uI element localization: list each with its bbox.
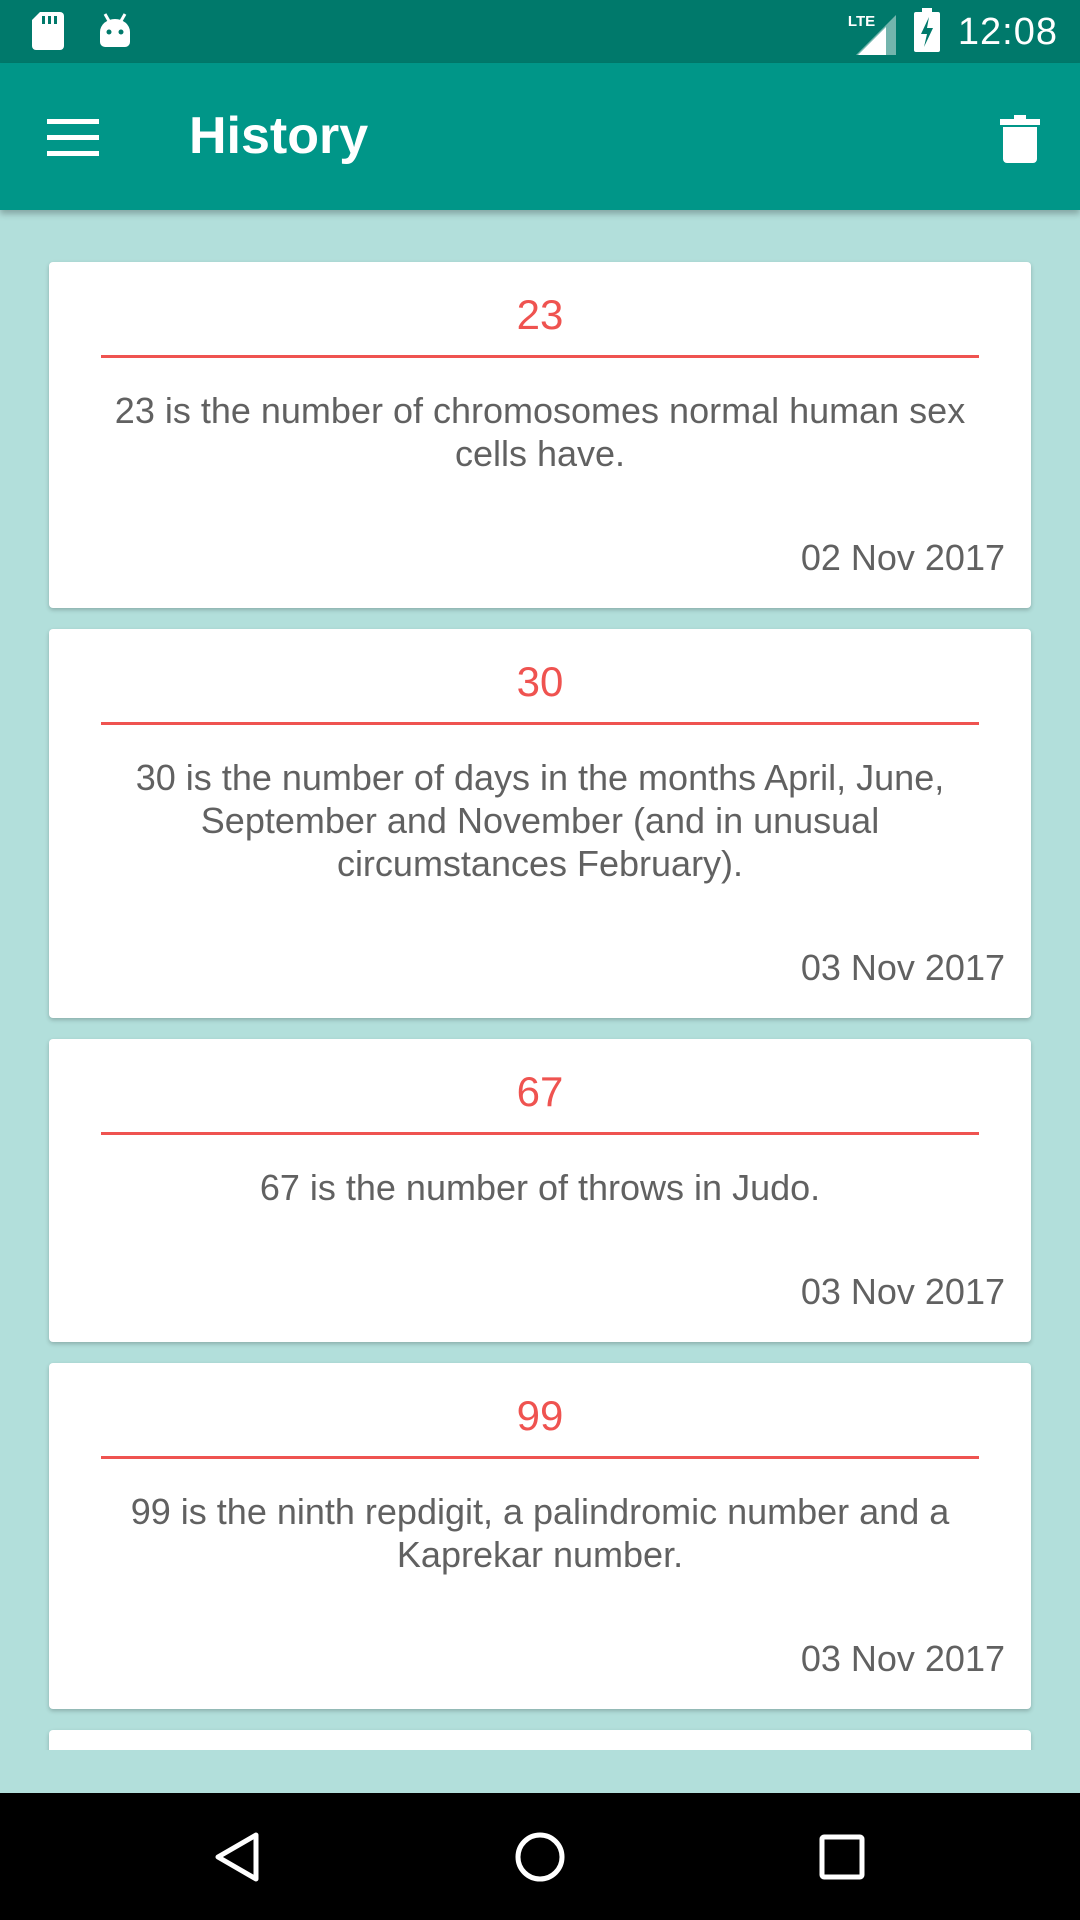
card-number: 99 bbox=[516, 1392, 564, 1439]
card-fact: 67 is the number of throws in Judo. bbox=[259, 1167, 821, 1208]
sd-card-icon bbox=[32, 12, 64, 55]
hamburger-menu-icon bbox=[47, 119, 99, 156]
card-date: 03 Nov 2017 bbox=[800, 947, 1005, 988]
card-divider bbox=[101, 722, 979, 725]
navigation-bar bbox=[0, 1793, 1080, 1920]
recents-icon bbox=[819, 1834, 865, 1880]
card-divider bbox=[101, 1132, 979, 1135]
android-icon bbox=[98, 12, 132, 55]
history-card-partial[interactable] bbox=[49, 1730, 1031, 1750]
status-bar: LTE 12:08 bbox=[0, 0, 1080, 63]
card-date: 03 Nov 2017 bbox=[800, 1271, 1005, 1312]
status-time: 12:08 bbox=[957, 11, 1058, 53]
history-screen: LTE 12:08 History 23 23 is the number of… bbox=[0, 0, 1080, 1920]
card-date: 02 Nov 2017 bbox=[800, 537, 1005, 578]
card-divider bbox=[101, 355, 979, 358]
delete-history-button[interactable] bbox=[982, 101, 1058, 177]
lte-signal-icon: LTE bbox=[848, 11, 896, 55]
lte-label: LTE bbox=[847, 12, 876, 30]
home-icon bbox=[515, 1832, 565, 1882]
home-button[interactable] bbox=[504, 1821, 576, 1893]
battery-charging-icon bbox=[913, 8, 940, 57]
history-list[interactable]: 23 23 is the number of chromosomes norma… bbox=[0, 210, 1080, 1750]
history-card[interactable]: 99 99 is the ninth repdigit, a palindrom… bbox=[49, 1363, 1031, 1709]
card-divider bbox=[101, 1456, 979, 1459]
card-fact: 99 is the ninth repdigit, a palindromic … bbox=[130, 1491, 950, 1575]
menu-button[interactable] bbox=[28, 102, 118, 174]
page-title: History bbox=[189, 107, 369, 165]
app-bar: History bbox=[0, 63, 1080, 210]
card-number: 30 bbox=[516, 658, 564, 705]
card-fact: 30 is the number of days in the months A… bbox=[135, 757, 945, 884]
back-button[interactable] bbox=[200, 1821, 272, 1893]
card-fact: 23 is the number of chromosomes normal h… bbox=[114, 390, 966, 474]
card-number: 67 bbox=[516, 1068, 564, 1115]
history-card[interactable]: 23 23 is the number of chromosomes norma… bbox=[49, 262, 1031, 608]
card-date: 03 Nov 2017 bbox=[800, 1638, 1005, 1679]
card-number: 23 bbox=[516, 291, 564, 338]
back-icon bbox=[215, 1832, 259, 1882]
history-card[interactable]: 30 30 is the number of days in the month… bbox=[49, 629, 1031, 1018]
history-card[interactable]: 67 67 is the number of throws in Judo. 0… bbox=[49, 1039, 1031, 1342]
recents-button[interactable] bbox=[806, 1821, 878, 1893]
trash-icon bbox=[1000, 115, 1040, 163]
